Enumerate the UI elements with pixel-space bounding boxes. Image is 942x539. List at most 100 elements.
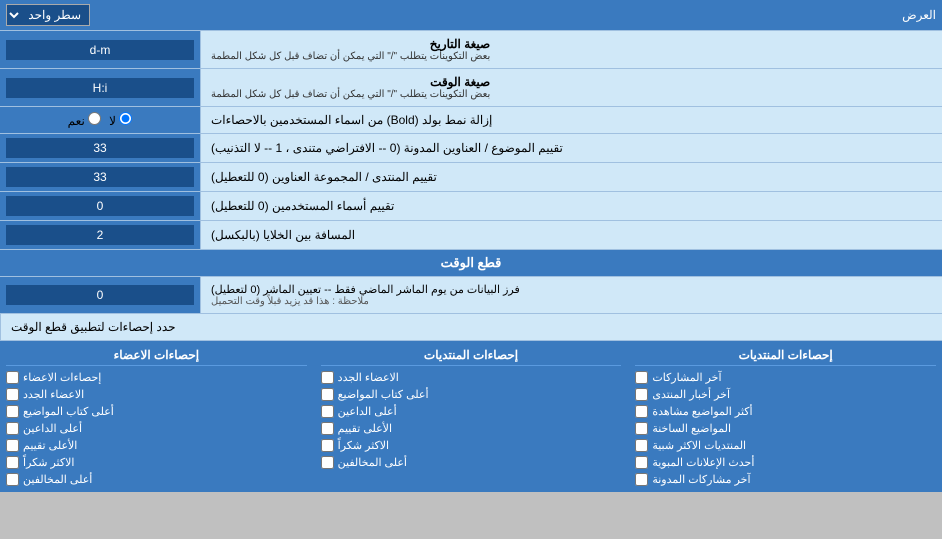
list-item: أعلى كتاب المواضيع xyxy=(6,403,307,420)
checkbox-col1-4[interactable] xyxy=(635,422,648,435)
date-format-row: صيغة التاريخ بعض التكوينات يتطلب "/" الت… xyxy=(0,31,942,69)
date-format-main-label: صيغة التاريخ xyxy=(211,37,490,51)
list-item: الاكثر شكراً xyxy=(321,437,622,454)
checkbox-col2-2[interactable] xyxy=(321,388,334,401)
forum-sort-row: تقييم المنتدى / المجموعة العناوين (0 للت… xyxy=(0,163,942,192)
forum-sort-input[interactable] xyxy=(6,167,194,187)
list-item: إحصاءات الاعضاء xyxy=(6,369,307,386)
cell-spacing-text: المسافة بين الخلايا (بالبكسل) xyxy=(211,228,355,242)
bold-no-label: لا xyxy=(109,112,132,128)
checkbox-col1-5[interactable] xyxy=(635,439,648,452)
checkbox-col2-4[interactable] xyxy=(321,422,334,435)
top-label: العرض xyxy=(892,8,936,22)
list-item: أعلى الداعين xyxy=(321,403,622,420)
cell-spacing-input-cell xyxy=(0,221,200,249)
time-format-input[interactable] xyxy=(6,78,194,98)
list-item: أعلى المخالفين xyxy=(321,454,622,471)
list-item: آخر المشاركات xyxy=(635,369,936,386)
date-format-input-cell xyxy=(0,31,200,68)
cutoff-label-cell: فرز البيانات من يوم الماشر الماضي فقط --… xyxy=(200,277,942,313)
top-row: العرض سطر واحدسطرانثلاثة أسطر xyxy=(0,0,942,31)
checkbox-col2-3[interactable] xyxy=(321,405,334,418)
list-item: الاعضاء الجدد xyxy=(321,369,622,386)
forum-sort-input-cell xyxy=(0,163,200,191)
cell-spacing-input[interactable] xyxy=(6,225,194,245)
checkbox-col1-3[interactable] xyxy=(635,405,648,418)
cell-spacing-row: المسافة بين الخلايا (بالبكسل) xyxy=(0,221,942,250)
bold-remove-row: إزالة نمط بولد (Bold) من اسماء المستخدمي… xyxy=(0,107,942,134)
cutoff-input[interactable] xyxy=(6,285,194,305)
cutoff-note-label: ملاحظة : هذا قد يزيد قبلاً وقت التحميل xyxy=(211,296,369,307)
checkbox-col-2: إحصاءات المنتديات الاعضاء الجدد أعلى كتا… xyxy=(315,341,628,492)
time-format-input-cell xyxy=(0,69,200,106)
checkbox-col3-7[interactable] xyxy=(6,473,19,486)
list-item: أعلى كتاب المواضيع xyxy=(321,386,622,403)
bold-yes-radio[interactable] xyxy=(88,112,101,125)
list-item: الأعلى تقييم xyxy=(321,420,622,437)
col3-header: إحصاءات الاعضاء xyxy=(6,345,307,366)
cutoff-row: فرز البيانات من يوم الماشر الماضي فقط --… xyxy=(0,277,942,314)
topic-sort-row: تقييم الموضوع / العناوين المدونة (0 -- ا… xyxy=(0,134,942,163)
topic-sort-text: تقييم الموضوع / العناوين المدونة (0 -- ا… xyxy=(211,141,563,155)
cutoff-input-cell xyxy=(0,277,200,313)
checkbox-col1-7[interactable] xyxy=(635,473,648,486)
bold-remove-label: إزالة نمط بولد (Bold) من اسماء المستخدمي… xyxy=(211,113,492,127)
limit-label-text: حدد إحصاءات لتطبيق قطع الوقت xyxy=(11,320,176,334)
checkbox-col2-6[interactable] xyxy=(321,456,334,469)
checkbox-col2-1[interactable] xyxy=(321,371,334,384)
forum-sort-label: تقييم المنتدى / المجموعة العناوين (0 للت… xyxy=(200,163,942,191)
list-item: الاكثر شكراً xyxy=(6,454,307,471)
checkbox-col3-5[interactable] xyxy=(6,439,19,452)
list-item: الأعلى تقييم xyxy=(6,437,307,454)
list-item: أكثر المواضيع مشاهدة xyxy=(635,403,936,420)
limit-label-cell: حدد إحصاءات لتطبيق قطع الوقت xyxy=(0,314,942,340)
list-item: آخر مشاركات المدونة xyxy=(635,471,936,488)
checkbox-col1-2[interactable] xyxy=(635,388,648,401)
bold-remove-radio-cell: لا نعم xyxy=(0,107,200,133)
display-select[interactable]: سطر واحدسطرانثلاثة أسطر xyxy=(6,4,90,26)
bold-remove-label-cell: إزالة نمط بولد (Bold) من اسماء المستخدمي… xyxy=(200,107,942,133)
date-format-label: صيغة التاريخ بعض التكوينات يتطلب "/" الت… xyxy=(200,31,942,68)
username-sort-input-cell xyxy=(0,192,200,220)
bold-yes-label: نعم xyxy=(68,112,101,128)
list-item: الاعضاء الجدد xyxy=(6,386,307,403)
date-format-input[interactable] xyxy=(6,40,194,60)
checkbox-col3-4[interactable] xyxy=(6,422,19,435)
col2-header: إحصاءات المنتديات xyxy=(321,345,622,366)
checkbox-col3-6[interactable] xyxy=(6,456,19,469)
cutoff-main-label: فرز البيانات من يوم الماشر الماضي فقط --… xyxy=(211,283,520,296)
list-item: المواضيع الساخنة xyxy=(635,420,936,437)
list-item: أعلى المخالفين xyxy=(6,471,307,488)
list-item: آخر أخبار المنتدى xyxy=(635,386,936,403)
checkbox-col2-5[interactable] xyxy=(321,439,334,452)
checkbox-col1-6[interactable] xyxy=(635,456,648,469)
list-item: أحدث الإعلانات المبوية xyxy=(635,454,936,471)
checkbox-col3-3[interactable] xyxy=(6,405,19,418)
username-sort-label: تقييم أسماء المستخدمين (0 للتعطيل) xyxy=(200,192,942,220)
time-format-label: صيغة الوقت بعض التكوينات يتطلب "/" التي … xyxy=(200,69,942,106)
checkboxes-grid: إحصاءات المنتديات آخر المشاركات آخر أخبا… xyxy=(0,341,942,492)
checkbox-col-1: إحصاءات المنتديات آخر المشاركات آخر أخبا… xyxy=(629,341,942,492)
username-sort-text: تقييم أسماء المستخدمين (0 للتعطيل) xyxy=(211,199,394,213)
checkbox-col3-2[interactable] xyxy=(6,388,19,401)
main-container: العرض سطر واحدسطرانثلاثة أسطر صيغة التار… xyxy=(0,0,942,492)
bold-no-radio[interactable] xyxy=(119,112,132,125)
checkbox-col-3: إحصاءات الاعضاء إحصاءات الاعضاء الاعضاء … xyxy=(0,341,313,492)
username-sort-input[interactable] xyxy=(6,196,194,216)
checkbox-col3-1[interactable] xyxy=(6,371,19,384)
limit-row: حدد إحصاءات لتطبيق قطع الوقت xyxy=(0,314,942,341)
forum-sort-text: تقييم المنتدى / المجموعة العناوين (0 للت… xyxy=(211,170,437,184)
cell-spacing-label: المسافة بين الخلايا (بالبكسل) xyxy=(200,221,942,249)
topic-sort-input[interactable] xyxy=(6,138,194,158)
time-format-main-label: صيغة الوقت xyxy=(211,75,490,89)
bold-radio-group: لا نعم xyxy=(68,112,133,128)
list-item: المنتديات الاكثر شبية xyxy=(635,437,936,454)
username-sort-row: تقييم أسماء المستخدمين (0 للتعطيل) xyxy=(0,192,942,221)
checkbox-col1-1[interactable] xyxy=(635,371,648,384)
time-format-row: صيغة الوقت بعض التكوينات يتطلب "/" التي … xyxy=(0,69,942,107)
date-format-sub-label: بعض التكوينات يتطلب "/" التي يمكن أن تضا… xyxy=(211,51,490,62)
time-format-sub-label: بعض التكوينات يتطلب "/" التي يمكن أن تضا… xyxy=(211,89,490,100)
topic-sort-input-cell xyxy=(0,134,200,162)
topic-sort-label: تقييم الموضوع / العناوين المدونة (0 -- ا… xyxy=(200,134,942,162)
col1-header: إحصاءات المنتديات xyxy=(635,345,936,366)
